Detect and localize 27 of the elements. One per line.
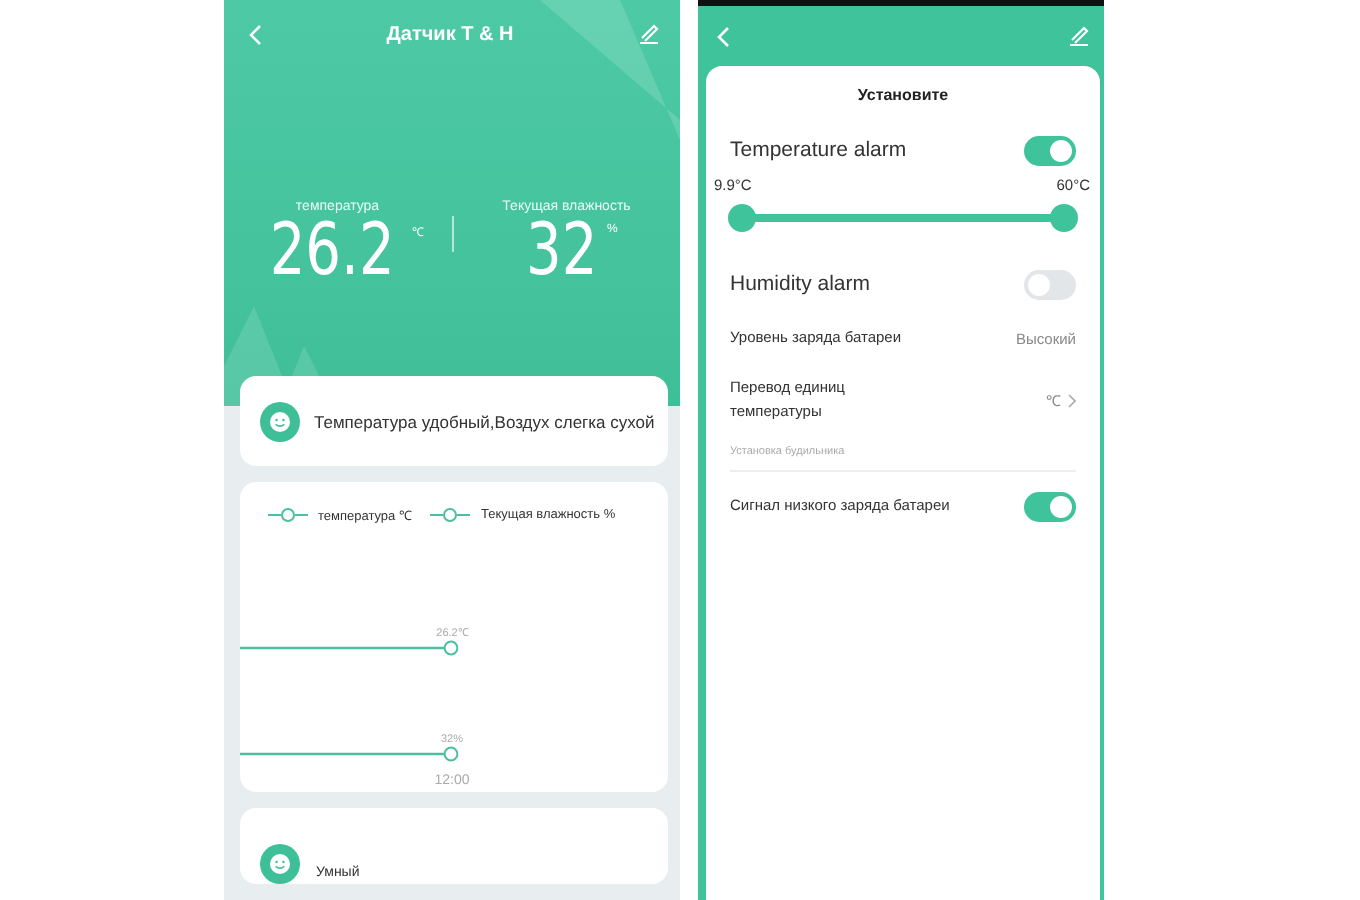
screen-title: Датчик T & H	[386, 23, 514, 45]
pencil-icon	[1068, 26, 1090, 46]
reading-value: 32	[525, 214, 597, 290]
reading-value: 26.2	[269, 214, 394, 290]
range-slider[interactable]	[728, 204, 1078, 232]
back-button[interactable]	[248, 23, 262, 45]
chevron-right-icon	[1068, 393, 1076, 407]
back-button[interactable]	[716, 25, 730, 47]
smiley-face-icon	[260, 401, 300, 442]
card-title: Установите	[855, 86, 951, 104]
legend-line-icon	[268, 508, 308, 523]
toggle-switch[interactable]	[1024, 135, 1076, 165]
toggle-switch[interactable]	[1024, 491, 1076, 521]
back-icon	[248, 23, 262, 45]
status-text: Температура удобный,Воздух слегка сухой	[314, 411, 655, 432]
chart-point	[443, 747, 459, 762]
setting-label: Humidity alarm	[730, 272, 871, 296]
legend-line-icon	[430, 508, 471, 523]
pencil-icon	[638, 24, 660, 44]
chart-point	[443, 641, 459, 656]
slider-thumb[interactable]	[728, 204, 756, 232]
toggle-switch[interactable]	[1024, 269, 1076, 299]
edit-button[interactable]	[1068, 26, 1090, 46]
setting-label: Temperature alarm	[730, 138, 907, 162]
back-icon	[716, 25, 730, 47]
slider-thumb[interactable]	[1050, 204, 1078, 232]
edit-button[interactable]	[638, 24, 660, 44]
